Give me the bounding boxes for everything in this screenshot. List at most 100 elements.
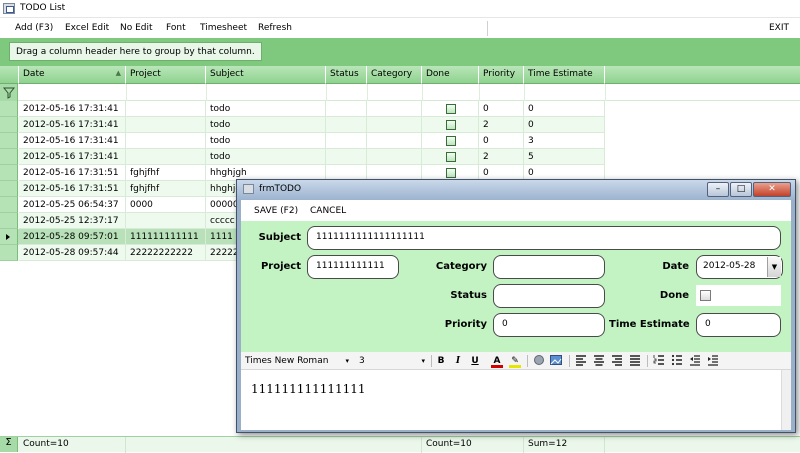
cell-date[interactable]: 2012-05-16 17:31:41 — [19, 149, 126, 165]
cell-done[interactable] — [422, 149, 479, 165]
dialog-title-bar[interactable]: frmTODO – □ ✕ — [237, 180, 795, 200]
cell-subject[interactable]: todo — [206, 117, 326, 133]
row-indicator[interactable] — [0, 245, 18, 261]
link-icon[interactable] — [533, 354, 545, 368]
cell-time-estimate[interactable]: 0 — [524, 117, 605, 133]
underline-icon[interactable]: U — [469, 354, 481, 368]
cell-time-estimate[interactable]: 5 — [524, 149, 605, 165]
cell-done[interactable] — [422, 117, 479, 133]
column-header-priority[interactable]: Priority — [479, 66, 524, 84]
cell-project[interactable] — [126, 133, 206, 149]
filter-row[interactable] — [0, 84, 800, 101]
cell-priority[interactable]: 0 — [479, 101, 524, 117]
menu-exit[interactable]: EXIT — [769, 23, 789, 33]
project-input[interactable]: 111111111111 — [307, 255, 399, 279]
table-row[interactable]: 2012-05-16 17:31:41 todo 0 0 — [0, 101, 605, 117]
image-icon[interactable] — [550, 354, 562, 368]
maximize-icon[interactable]: □ — [730, 182, 752, 197]
cell-date[interactable]: 2012-05-16 17:31:41 — [19, 101, 126, 117]
indent-icon[interactable] — [706, 354, 720, 368]
cell-time-estimate[interactable]: 0 — [524, 101, 605, 117]
menu-font[interactable]: Font — [166, 23, 186, 33]
column-header-status[interactable]: Status — [326, 66, 367, 84]
menu-excel-edit[interactable]: Excel Edit — [65, 23, 109, 33]
minimize-icon[interactable]: – — [707, 182, 729, 197]
justify-icon[interactable] — [628, 354, 642, 368]
cell-project[interactable] — [126, 213, 206, 229]
bullet-list-icon[interactable] — [670, 354, 684, 368]
align-right-icon[interactable] — [610, 354, 624, 368]
cell-date[interactable]: 2012-05-16 17:31:51 — [19, 165, 126, 181]
cell-project[interactable]: fghjfhf — [126, 165, 206, 181]
cell-status[interactable] — [326, 101, 367, 117]
date-picker[interactable]: 2012-05-28 ▼ — [696, 255, 783, 279]
cell-date[interactable]: 2012-05-25 12:37:17 — [19, 213, 126, 229]
cell-status[interactable] — [326, 133, 367, 149]
row-indicator[interactable] — [0, 101, 18, 117]
row-indicator[interactable] — [0, 213, 18, 229]
bold-icon[interactable]: B — [435, 354, 447, 368]
row-indicator[interactable] — [0, 165, 18, 181]
done-checkbox[interactable] — [700, 290, 711, 301]
align-center-icon[interactable] — [592, 354, 606, 368]
row-indicator[interactable] — [0, 133, 18, 149]
cell-project[interactable] — [126, 101, 206, 117]
menu-no-edit[interactable]: No Edit — [120, 23, 153, 33]
column-header-time-estimate[interactable]: Time Estimate — [524, 66, 605, 84]
editor-scrollbar[interactable] — [781, 370, 791, 430]
cell-category[interactable] — [367, 101, 422, 117]
column-header-category[interactable]: Category — [367, 66, 422, 84]
cell-subject[interactable]: todo — [206, 149, 326, 165]
cell-project[interactable] — [126, 117, 206, 133]
cell-date[interactable]: 2012-05-28 09:57:01 — [19, 229, 126, 245]
cell-priority[interactable]: 2 — [479, 117, 524, 133]
row-indicator[interactable] — [0, 117, 18, 133]
cell-time-estimate[interactable]: 3 — [524, 133, 605, 149]
done-checkbox[interactable] — [446, 168, 456, 178]
menu-add[interactable]: Add (F3) — [15, 23, 53, 33]
cell-date[interactable]: 2012-05-16 17:31:41 — [19, 133, 126, 149]
cell-priority[interactable]: 0 — [479, 133, 524, 149]
cell-project[interactable] — [126, 149, 206, 165]
cell-project[interactable]: 22222222222 — [126, 245, 206, 261]
row-indicator[interactable] — [0, 181, 18, 197]
cell-category[interactable] — [367, 133, 422, 149]
align-left-icon[interactable] — [574, 354, 588, 368]
rich-text-editor[interactable]: 111111111111111 — [241, 370, 781, 430]
row-indicator[interactable] — [0, 229, 18, 245]
done-checkbox[interactable] — [446, 152, 456, 162]
column-header-date[interactable]: Date ▲ — [19, 66, 126, 84]
cell-category[interactable] — [367, 149, 422, 165]
done-checkbox[interactable] — [446, 136, 456, 146]
close-icon[interactable]: ✕ — [753, 182, 791, 197]
menu-timesheet[interactable]: Timesheet — [200, 23, 247, 33]
save-button[interactable]: SAVE (F2) — [254, 206, 298, 216]
outdent-icon[interactable] — [688, 354, 702, 368]
cancel-button[interactable]: CANCEL — [310, 206, 346, 216]
cell-subject[interactable]: todo — [206, 133, 326, 149]
cell-date[interactable]: 2012-05-16 17:31:51 — [19, 181, 126, 197]
chevron-down-icon[interactable]: ▼ — [767, 257, 781, 277]
priority-input[interactable]: 0 — [493, 313, 605, 337]
time-estimate-input[interactable]: 0 — [696, 313, 781, 337]
row-indicator[interactable] — [0, 149, 18, 165]
cell-project[interactable]: fghjfhf — [126, 181, 206, 197]
status-input[interactable] — [493, 284, 605, 308]
table-row[interactable]: 2012-05-16 17:31:41 todo 0 3 — [0, 133, 605, 149]
italic-icon[interactable]: I — [452, 354, 464, 368]
table-row[interactable]: 2012-05-16 17:31:41 todo 2 0 — [0, 117, 605, 133]
done-checkbox[interactable] — [446, 120, 456, 130]
numbered-list-icon[interactable] — [652, 354, 666, 368]
cell-category[interactable] — [367, 117, 422, 133]
column-header-subject[interactable]: Subject — [206, 66, 326, 84]
cell-priority[interactable]: 2 — [479, 149, 524, 165]
cell-status[interactable] — [326, 117, 367, 133]
done-checkbox[interactable] — [446, 104, 456, 114]
cell-subject[interactable]: todo — [206, 101, 326, 117]
row-indicator[interactable] — [0, 197, 18, 213]
subject-input[interactable]: 1111111111111111111 — [307, 226, 781, 250]
cell-date[interactable]: 2012-05-16 17:31:41 — [19, 117, 126, 133]
cell-project[interactable]: 111111111111 — [126, 229, 206, 245]
filter-icon[interactable] — [0, 84, 18, 101]
font-color-icon[interactable]: A — [491, 354, 503, 368]
